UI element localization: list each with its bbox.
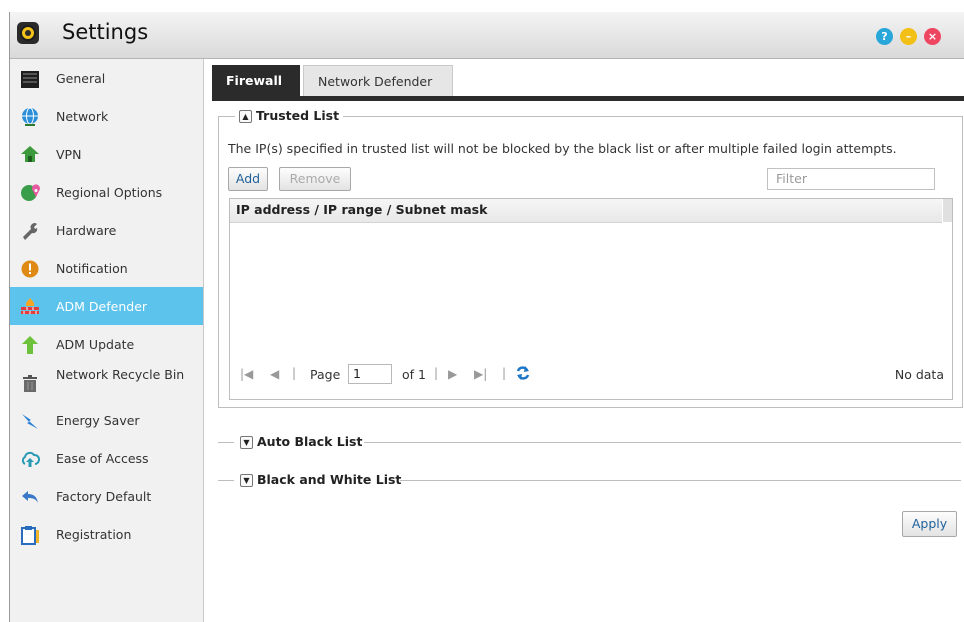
divider xyxy=(218,442,234,443)
black-white-list-section: ▼ Black and White List xyxy=(204,471,964,491)
firewall-icon xyxy=(21,298,39,314)
trusted-list-panel: ▲ Trusted List The IP(s) specified in tru… xyxy=(218,108,963,408)
sidebar-item-label: Network Recycle Bin xyxy=(56,367,185,382)
sidebar-item-network-recycle-bin[interactable]: Network Recycle Bin xyxy=(10,363,203,401)
add-button[interactable]: Add xyxy=(228,167,268,191)
sidebar-item-adm-update[interactable]: ADM Update xyxy=(10,325,203,363)
sidebar-item-label: Notification xyxy=(56,261,128,276)
trusted-list-grid: IP address / IP range / Subnet mask |◀ ◀… xyxy=(229,198,953,400)
auto-black-list-header[interactable]: ▼ Auto Black List xyxy=(236,434,367,449)
sidebar-item-factory-default[interactable]: Factory Default xyxy=(10,477,203,515)
next-page-icon[interactable]: ▶ xyxy=(448,367,457,381)
prev-page-icon[interactable]: ◀ xyxy=(270,367,279,381)
last-page-icon[interactable]: ▶| xyxy=(474,367,487,381)
sidebar-item-vpn[interactable]: VPN xyxy=(10,135,203,173)
black-white-list-header[interactable]: ▼ Black and White List xyxy=(236,472,406,487)
help-icon[interactable]: ? xyxy=(876,28,893,45)
sidebar-item-label: General xyxy=(56,71,106,86)
undo-icon xyxy=(22,491,38,503)
pager-separator: | xyxy=(502,366,507,380)
vpn-icon xyxy=(21,146,39,162)
refresh-icon[interactable] xyxy=(516,365,530,381)
trash-icon xyxy=(23,375,37,392)
wrench-icon xyxy=(23,223,38,240)
alert-icon xyxy=(21,260,39,278)
no-data-label: No data xyxy=(894,367,944,382)
filter-input[interactable]: Filter xyxy=(767,168,935,190)
sidebar-item-label: Regional Options xyxy=(56,185,163,200)
sidebar-item-energy-saver[interactable]: Energy Saver xyxy=(10,401,203,439)
close-icon[interactable]: × xyxy=(924,28,941,45)
sidebar-item-registration[interactable]: Registration xyxy=(10,515,203,553)
pager: |◀ ◀ | Page 1 of 1 | ▶ ▶| | No data xyxy=(230,358,952,390)
sidebar-item-label: Hardware xyxy=(56,223,117,238)
sidebar-item-regional-options[interactable]: Regional Options xyxy=(10,173,203,211)
title-bar: Settings ? – × xyxy=(10,12,964,59)
expand-icon[interactable]: ▼ xyxy=(240,474,253,487)
clipboard-icon xyxy=(21,526,39,545)
sidebar-item-ease-of-access[interactable]: Ease of Access xyxy=(10,439,203,477)
settings-app-icon xyxy=(17,22,39,44)
sidebar-item-label: Registration xyxy=(56,527,132,542)
trusted-list-header[interactable]: ▲ Trusted List xyxy=(235,108,344,123)
tab-network-defender[interactable]: Network Defender xyxy=(303,65,453,96)
server-icon xyxy=(21,71,39,88)
sidebar: General Network VPN Regional Options Har… xyxy=(10,59,204,622)
trusted-list-description: The IP(s) specified in trusted list will… xyxy=(228,141,897,156)
sidebar-item-general[interactable]: General xyxy=(10,59,203,97)
regional-icon xyxy=(21,184,40,201)
apply-button[interactable]: Apply xyxy=(902,511,957,537)
sidebar-item-notification[interactable]: Notification xyxy=(10,249,203,287)
sidebar-item-label: ADM Update xyxy=(56,337,135,352)
window-title: Settings xyxy=(62,20,149,44)
pager-separator: | xyxy=(292,366,297,380)
sidebar-item-label: Ease of Access xyxy=(56,451,149,466)
minimize-icon[interactable]: – xyxy=(900,28,917,45)
pager-separator: | xyxy=(434,366,439,380)
main-content: Firewall Network Defender ▲ Trusted List … xyxy=(204,59,964,622)
sidebar-item-adm-defender[interactable]: ADM Defender xyxy=(10,287,203,325)
sidebar-item-label: Network xyxy=(56,109,109,124)
lightning-icon xyxy=(22,414,38,429)
globe-icon xyxy=(22,107,38,126)
first-page-icon[interactable]: |◀ xyxy=(240,367,253,381)
collapse-icon[interactable]: ▲ xyxy=(239,110,252,123)
sidebar-item-network[interactable]: Network xyxy=(10,97,203,135)
divider xyxy=(400,480,961,481)
auto-black-list-title: Auto Black List xyxy=(257,434,363,449)
divider xyxy=(364,442,961,443)
grid-scroll-corner xyxy=(943,199,952,222)
column-header-ip[interactable]: IP address / IP range / Subnet mask xyxy=(230,199,942,223)
sidebar-item-label: VPN xyxy=(56,147,82,162)
update-arrow-icon xyxy=(22,336,38,354)
sidebar-item-hardware[interactable]: Hardware xyxy=(10,211,203,249)
remove-button[interactable]: Remove xyxy=(279,167,351,191)
sidebar-item-label: ADM Defender xyxy=(56,299,148,314)
black-white-list-title: Black and White List xyxy=(257,472,402,487)
sidebar-item-label: Factory Default xyxy=(56,489,152,504)
page-label: Page xyxy=(310,367,341,382)
cloud-upload-icon xyxy=(21,451,40,467)
tab-firewall[interactable]: Firewall xyxy=(212,65,300,96)
tab-bar: Firewall Network Defender xyxy=(212,65,964,101)
settings-window: Settings ? – × General Network VPN Regio… xyxy=(9,12,964,622)
expand-icon[interactable]: ▼ xyxy=(240,436,253,449)
page-number-input[interactable]: 1 xyxy=(348,364,392,384)
trusted-list-title: Trusted List xyxy=(256,108,340,123)
sidebar-item-label: Energy Saver xyxy=(56,413,140,428)
auto-black-list-section: ▼ Auto Black List xyxy=(204,433,964,453)
divider xyxy=(218,480,234,481)
page-count-label: of 1 xyxy=(402,367,426,382)
